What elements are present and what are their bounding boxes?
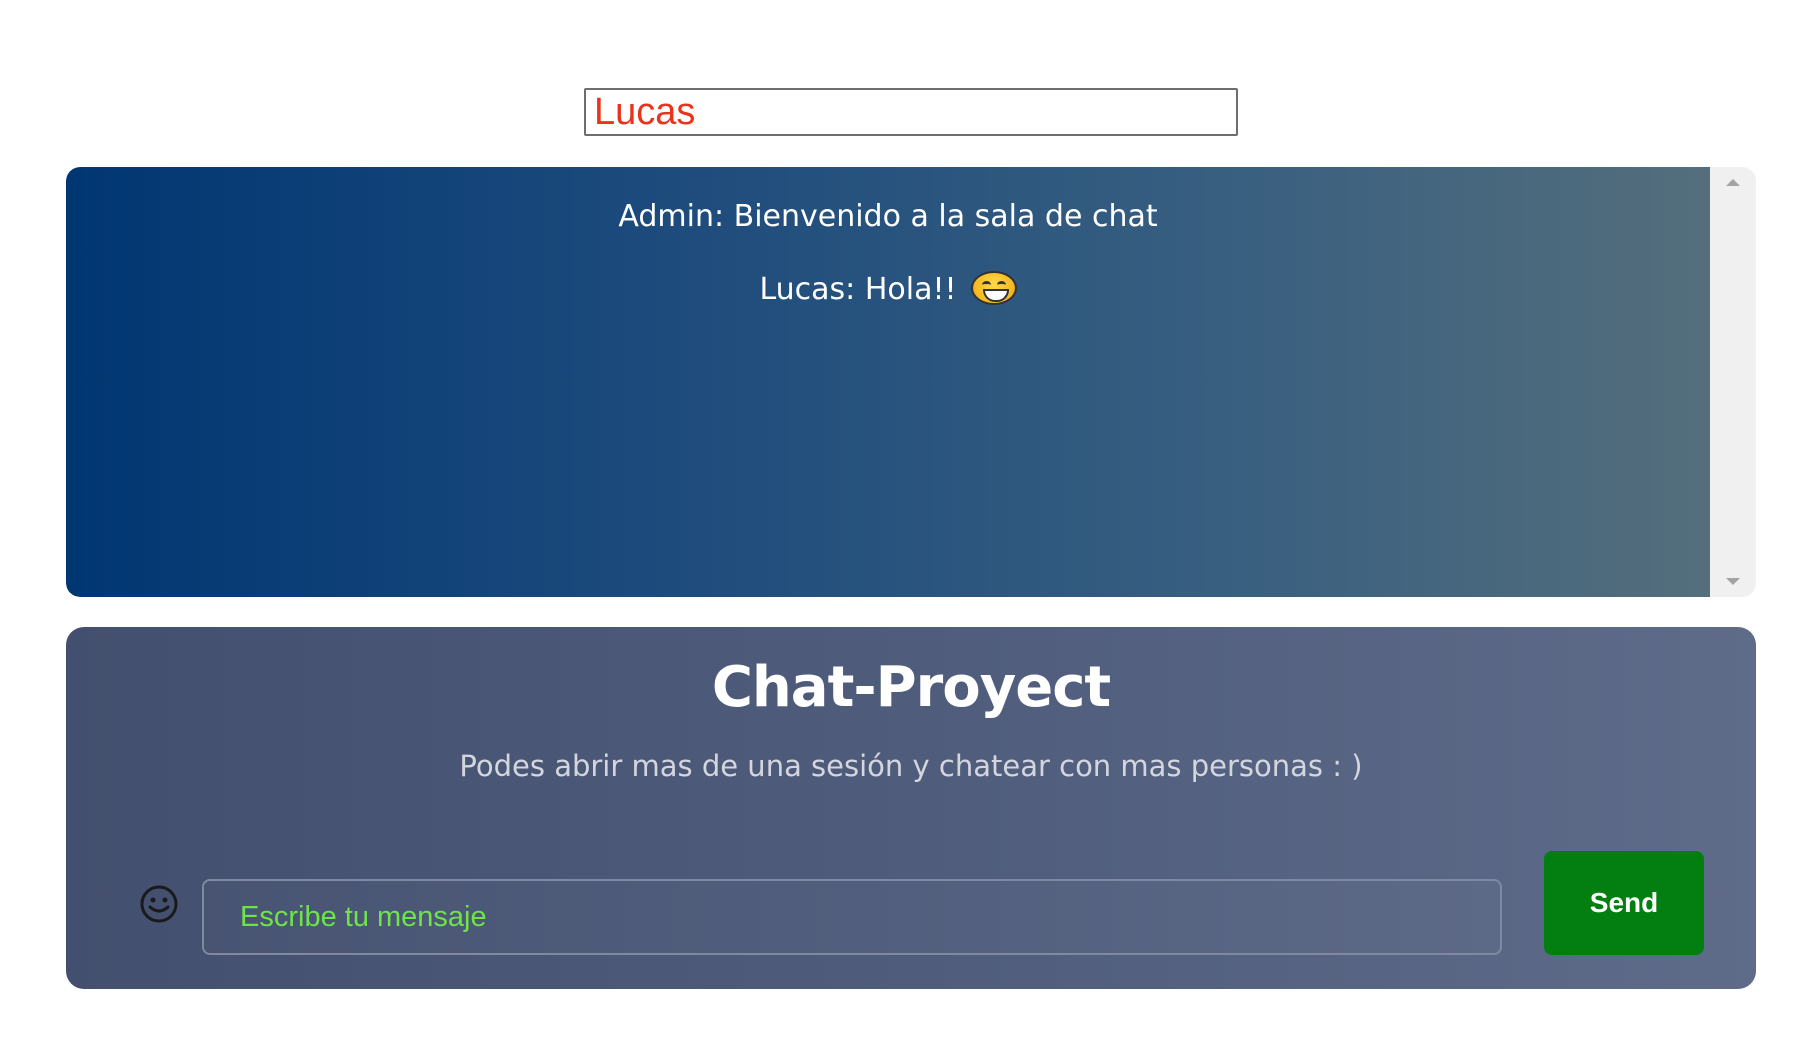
username-input[interactable] xyxy=(584,88,1238,136)
grinning-face-icon xyxy=(970,271,1017,305)
messages-scrollbar[interactable] xyxy=(1710,167,1756,597)
messages-panel: Admin: Bienvenido a la sala de chat Luca… xyxy=(66,167,1756,597)
chat-title: Chat-Proyect xyxy=(711,655,1111,720)
chat-message: Lucas: Hola!! xyxy=(66,271,1710,307)
messages-area: Admin: Bienvenido a la sala de chat Luca… xyxy=(66,167,1710,597)
smiley-icon[interactable] xyxy=(138,883,180,925)
chat-card: Chat-Proyect Podes abrir mas de una sesi… xyxy=(66,627,1756,989)
scroll-up-arrow-icon[interactable] xyxy=(1726,179,1740,186)
scroll-down-arrow-icon[interactable] xyxy=(1726,578,1740,585)
chat-message: Admin: Bienvenido a la sala de chat xyxy=(66,199,1710,234)
chat-message-text: Lucas: Hola!! xyxy=(759,272,957,307)
send-button[interactable]: Send xyxy=(1544,851,1704,955)
chat-message-text: Admin: Bienvenido a la sala de chat xyxy=(618,199,1158,234)
chat-subtitle: Podes abrir mas de una sesión y chatear … xyxy=(459,749,1363,783)
message-input[interactable] xyxy=(202,879,1502,955)
